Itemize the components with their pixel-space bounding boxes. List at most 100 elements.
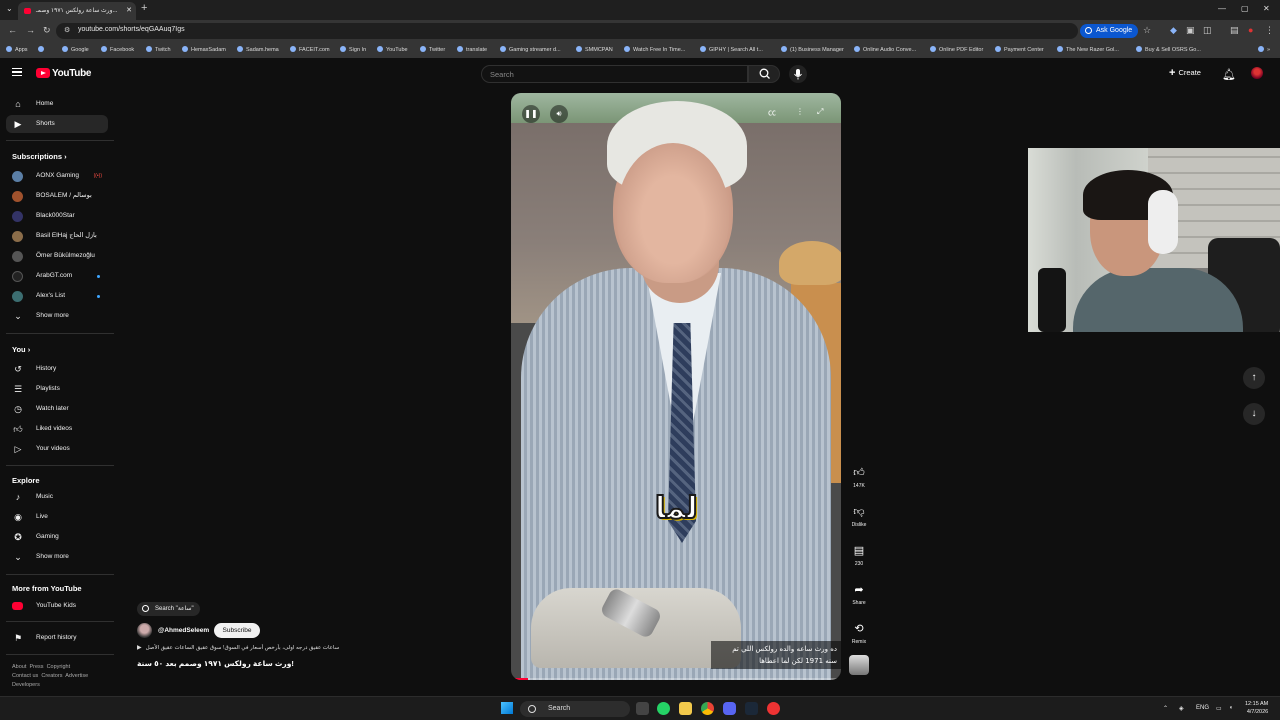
bookmark-item[interactable]: Online PDF Editor [930,46,983,53]
address-bar[interactable]: ⚙ youtube.com/shorts/eqGAAuq7Igs [56,23,1078,39]
search-input[interactable]: Search [481,65,748,83]
sidebar-item-music[interactable]: ♪ Music [6,488,108,506]
taskbar-clock[interactable]: 12:15 AM 4/7/2026 [1245,700,1268,716]
extension-icon[interactable]: ◆ [1170,25,1177,36]
chrome-menu-icon[interactable]: ⋮ [1265,25,1274,36]
previous-short-button[interactable]: ↑ [1243,367,1265,389]
bookmark-item[interactable]: translate [457,46,487,53]
sidebar-item-gaming[interactable]: ✪ Gaming [6,528,108,546]
bookmark-item[interactable]: Buy & Sell OSRS Go... [1136,46,1201,53]
bookmark-item[interactable]: Google [62,46,89,53]
task-view-icon[interactable] [636,702,649,715]
bookmark-item[interactable]: Payment Center [995,46,1044,53]
youtube-wordmark[interactable]: YouTube [52,68,92,79]
bookmark-item[interactable] [38,46,47,53]
bookmark-item[interactable]: Gaming streamer d... [500,46,561,53]
tab-search-icon[interactable]: ⌄ [6,4,13,13]
split-icon[interactable]: ▤ [1230,25,1239,36]
search-button[interactable] [748,65,780,83]
youtube-logo-icon[interactable] [36,68,50,78]
comments-button[interactable]: ▤ 230 [849,544,869,567]
bookmark-item[interactable]: GIPHY | Search All t... [700,46,763,53]
subscriptions-heading[interactable]: Subscriptions › [12,152,67,161]
subscribe-button[interactable]: Subscribe [214,623,260,638]
windows-start-icon[interactable] [501,702,513,714]
footer-link[interactable]: Copyright [47,664,71,670]
sidebar-item-live[interactable]: ◉ Live [6,508,108,526]
reload-icon[interactable]: ↻ [43,25,51,36]
sound-thumbnail[interactable] [849,655,869,675]
ask-google-button[interactable]: Ask Google [1080,24,1139,38]
bookmark-item[interactable]: SMMCPAN [576,46,613,53]
profile-icon[interactable]: ● [1248,25,1253,35]
pause-button[interactable]: ❚❚ [522,105,540,123]
sidebar-item-channel[interactable]: Black000Star [6,207,108,225]
sidebar-item-channel[interactable]: Alex's List [6,287,108,305]
you-heading[interactable]: You › [12,345,30,354]
footer-link[interactable]: About [12,664,26,670]
notifications-bell-icon[interactable]: 🔔︎ [1222,68,1236,81]
forward-icon[interactable]: → [26,25,35,35]
volume-tray-icon[interactable]: ◖ [1229,705,1233,711]
footer-link[interactable]: Press [29,664,43,670]
sidebar-item-report-history[interactable]: ⚑ Report history [6,629,108,647]
bookmark-item[interactable]: Watch Free In Time... [624,46,685,53]
bookmark-star-icon[interactable]: ☆ [1143,25,1151,36]
sidebar-item-your-videos[interactable]: ▷ Your videos [6,440,108,458]
close-window-icon[interactable]: ✕ [1263,4,1270,13]
fullscreen-icon[interactable]: ⤢ [817,107,823,117]
whatsapp-icon[interactable] [657,702,670,715]
bookmark-item[interactable]: Apps [6,46,28,53]
channel-avatar[interactable] [137,623,152,638]
video-progress-bar[interactable] [511,678,841,680]
bookmark-item[interactable]: Facebook [101,46,134,53]
next-short-button[interactable]: ↓ [1243,403,1265,425]
short-description[interactable]: ▶ ساعات عقيق درجه اولى، بأرخص أسعار في ال… [137,644,347,651]
app-icon[interactable] [767,702,780,715]
more-options-icon[interactable]: ⋮ [796,107,804,116]
footer-link[interactable]: Contact us [12,673,38,679]
remix-button[interactable]: ⟲ Remix [849,622,869,645]
footer-link[interactable]: Developers [12,682,40,688]
extension-icon-2[interactable]: ▣ [1186,25,1195,36]
footer-link[interactable]: Creators [41,673,62,679]
bookmark-item[interactable]: Online Audio Conve... [854,46,916,53]
volume-button[interactable]: 🔊︎ [550,105,568,123]
sidebar-item-watch-later[interactable]: ◷ Watch later [6,400,108,418]
language-indicator[interactable]: ENG [1196,705,1209,711]
minimize-icon[interactable]: — [1218,4,1226,13]
sidebar-item-shorts[interactable]: ▶ Shorts [6,115,108,133]
discord-icon[interactable] [723,702,736,715]
share-button[interactable]: ➦ Share [849,583,869,606]
bookmark-item[interactable]: Twitch [146,46,171,53]
sidebar-item-channel[interactable]: AONX Gaming ((•)) [6,167,108,185]
like-button[interactable]: 👍︎ 147K [849,466,869,489]
bookmark-item[interactable]: Sign In [340,46,366,53]
guide-menu-icon[interactable] [12,68,22,76]
sidebar-show-more-explore[interactable]: ⌄ Show more [6,548,108,566]
sidebar-item-channel[interactable]: ArabGT.com [6,267,108,285]
dislike-button[interactable]: 👎︎ Dislike [849,505,869,528]
bookmark-item[interactable]: Sadam.hema [237,46,279,53]
channel-name[interactable]: @AhmedSeleem [158,627,209,634]
bookmark-item[interactable]: Twitter [420,46,445,53]
captions-icon[interactable]: ㏄ [768,107,776,118]
steam-icon[interactable] [745,702,758,715]
site-info-icon[interactable]: ⚙ [64,26,70,34]
sidebar-item-channel[interactable]: Basil ElHaj بازل الحاج [6,227,108,245]
bookmark-item[interactable]: YouTube [377,46,408,53]
taskbar-search[interactable]: Search [520,701,630,717]
create-button[interactable]: + Create [1169,67,1201,79]
sidebar-show-more[interactable]: ⌄ Show more [6,307,108,325]
network-icon[interactable]: ▭ [1216,705,1222,712]
tray-app-icon[interactable]: ◈ [1179,705,1184,712]
footer-link[interactable]: Advertise [65,673,88,679]
voice-search-button[interactable] [789,65,807,83]
file-explorer-icon[interactable] [679,702,692,715]
sidebar-item-history[interactable]: ↺ History [6,360,108,378]
shorts-video-player[interactable]: ❚❚ 🔊︎ ㏄ ⋮ ⤢ لما ده ورث ساعه والده رولكس … [511,93,841,680]
chrome-icon[interactable] [701,702,714,715]
bookmark-item[interactable]: (1) Business Manager [781,46,844,53]
tray-chevron-icon[interactable]: ⌃ [1163,705,1168,712]
maximize-icon[interactable]: ▢ [1241,4,1249,13]
